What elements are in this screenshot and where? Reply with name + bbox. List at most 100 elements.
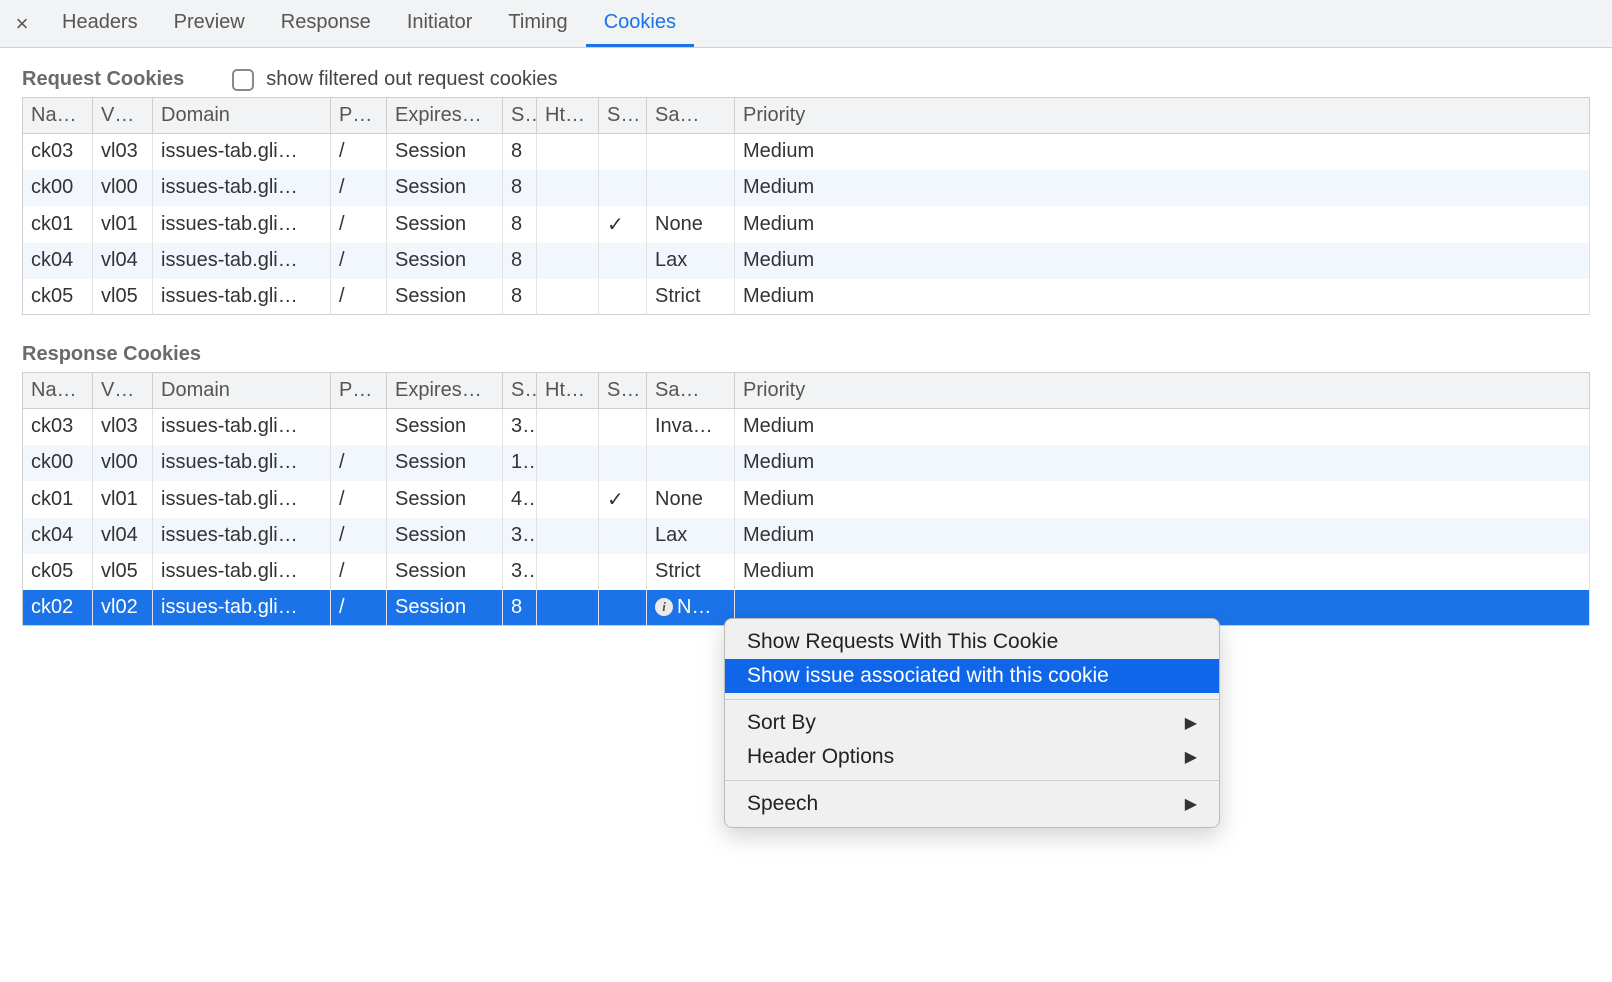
cell-priority: Medium [735,279,1590,315]
cell-secure [599,279,647,315]
col-header-expires[interactable]: Expires… [387,98,503,134]
cell-expires: Session [387,243,503,279]
cell-path: / [331,206,387,243]
cell-secure [599,170,647,206]
cell-name: ck05 [23,554,93,590]
menu-item[interactable]: Show issue associated with this cookie [725,659,1219,693]
cell-path: / [331,243,387,279]
cell-expires: Session [387,590,503,626]
cell-samesite [647,170,735,206]
cell-samesite: Lax [647,518,735,554]
col-header-domain[interactable]: Domain [153,373,331,409]
col-header-http[interactable]: Ht… [537,373,599,409]
cell-http [537,279,599,315]
cell-name: ck01 [23,206,93,243]
col-header-name[interactable]: Na… [23,98,93,134]
col-header-size[interactable]: S. [503,98,537,134]
col-header-samesite[interactable]: Sa… [647,373,735,409]
menu-item[interactable]: Header Options▶ [725,740,1219,774]
menu-item[interactable]: Sort By▶ [725,706,1219,740]
tab-cookies[interactable]: Cookies [586,0,694,47]
cell-value: vl03 [93,134,153,170]
cell-path: / [331,518,387,554]
cell-name: ck02 [23,590,93,626]
request-cookies-table[interactable]: Na…V…DomainP…Expires…S.Ht…S…Sa…Priority … [22,97,1590,315]
tab-timing[interactable]: Timing [490,0,585,47]
cell-size: 1.. [503,445,537,481]
menu-separator [725,780,1219,781]
cell-domain: issues-tab.gli… [153,518,331,554]
response-cookies-table[interactable]: Na…V…DomainP…Expires…S.Ht…S…Sa…Priority … [22,372,1590,626]
col-header-value[interactable]: V… [93,373,153,409]
cell-secure [599,590,647,626]
cell-path: / [331,481,387,518]
cell-http [537,243,599,279]
table-row[interactable]: ck05vl05issues-tab.gli…/Session8StrictMe… [23,279,1590,315]
cell-name: ck03 [23,134,93,170]
close-icon[interactable]: × [8,11,36,37]
cell-value: vl04 [93,243,153,279]
col-header-name[interactable]: Na… [23,373,93,409]
cell-secure [599,554,647,590]
show-filtered-checkbox[interactable]: show filtered out request cookies [232,68,557,91]
menu-item-label: Speech [747,792,818,816]
table-row[interactable]: ck00vl00issues-tab.gli…/Session8Medium [23,170,1590,206]
cell-samesite: iN… [647,590,735,626]
col-header-http[interactable]: Ht… [537,98,599,134]
cell-domain: issues-tab.gli… [153,206,331,243]
col-header-value[interactable]: V… [93,98,153,134]
table-row[interactable]: ck03vl03issues-tab.gli…/Session8Medium [23,134,1590,170]
checkbox-icon[interactable] [232,69,254,91]
table-row[interactable]: ck04vl04issues-tab.gli…/Session3..LaxMed… [23,518,1590,554]
menu-item-label: Header Options [747,745,894,769]
tab-initiator[interactable]: Initiator [389,0,491,47]
cell-http [537,518,599,554]
cell-priority: Medium [735,554,1590,590]
col-header-secure[interactable]: S… [599,373,647,409]
devtools-tabbar: × HeadersPreviewResponseInitiatorTimingC… [0,0,1612,48]
cell-expires: Session [387,554,503,590]
cell-samesite: Inva… [647,409,735,445]
cell-size: 3.. [503,554,537,590]
cell-expires: Session [387,170,503,206]
cell-size: 8 [503,134,537,170]
table-row[interactable]: ck01vl01issues-tab.gli…/Session8✓NoneMed… [23,206,1590,243]
context-menu[interactable]: Show Requests With This Cookie Show issue… [724,618,1220,828]
table-row[interactable]: ck04vl04issues-tab.gli…/Session8LaxMediu… [23,243,1590,279]
col-header-priority[interactable]: Priority [735,98,1590,134]
col-header-size[interactable]: S. [503,373,537,409]
cell-path: / [331,134,387,170]
col-header-path[interactable]: P… [331,98,387,134]
response-cookies-title: Response Cookies [22,343,1590,366]
col-header-priority[interactable]: Priority [735,373,1590,409]
cell-expires: Session [387,409,503,445]
cell-size: 8 [503,206,537,243]
cell-http [537,481,599,518]
cell-value: vl05 [93,554,153,590]
cell-http [537,134,599,170]
col-header-secure[interactable]: S… [599,98,647,134]
cell-secure [599,134,647,170]
cell-value: vl01 [93,481,153,518]
table-row[interactable]: ck00vl00issues-tab.gli…/Session1..Medium [23,445,1590,481]
cell-secure [599,409,647,445]
table-row[interactable]: ck05vl05issues-tab.gli…/Session3..Strict… [23,554,1590,590]
cell-path: / [331,590,387,626]
table-row[interactable]: ck03vl03issues-tab.gli…Session3..Inva…Me… [23,409,1590,445]
cell-http [537,445,599,481]
menu-item-label: Show Requests With This Cookie [747,630,1058,654]
tab-preview[interactable]: Preview [156,0,263,47]
cell-expires: Session [387,481,503,518]
cell-value: vl01 [93,206,153,243]
menu-item[interactable]: Speech▶ [725,787,1219,821]
col-header-samesite[interactable]: Sa… [647,98,735,134]
col-header-expires[interactable]: Expires… [387,373,503,409]
cell-samesite: Lax [647,243,735,279]
col-header-path[interactable]: P… [331,373,387,409]
menu-item[interactable]: Show Requests With This Cookie [725,625,1219,659]
tab-headers[interactable]: Headers [44,0,156,47]
col-header-domain[interactable]: Domain [153,98,331,134]
table-row[interactable]: ck01vl01issues-tab.gli…/Session4..✓NoneM… [23,481,1590,518]
tab-response[interactable]: Response [263,0,389,47]
cell-domain: issues-tab.gli… [153,279,331,315]
